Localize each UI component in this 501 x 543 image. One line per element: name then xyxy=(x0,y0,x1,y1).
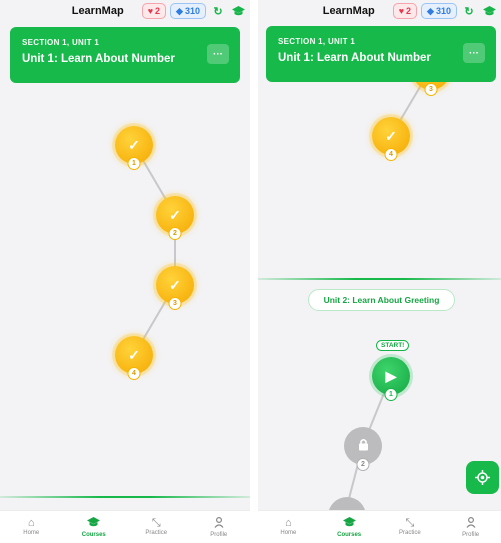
lesson-node-locked[interactable]: 2 xyxy=(344,427,382,471)
nav-label: Practice xyxy=(145,530,168,536)
screen-gap xyxy=(250,0,258,543)
crosshair-icon xyxy=(475,470,490,485)
lesson-node-3[interactable]: ✓ 3 xyxy=(156,266,194,310)
checkmark-icon: ✓ xyxy=(128,346,140,363)
checkmark-icon: ✓ xyxy=(169,276,181,293)
next-unit-label[interactable]: Unit 2: Learn About Greeting xyxy=(308,289,455,311)
bottom-nav: ⌂ Home Courses ⤡ Practice Profile xyxy=(258,510,501,543)
expand-arrows-icon: ⤡ xyxy=(151,517,161,529)
nav-profile[interactable]: Profile xyxy=(188,511,251,543)
more-options-button[interactable]: ··· xyxy=(463,43,485,63)
lesson-path-line xyxy=(133,144,176,356)
nav-label: Home xyxy=(280,530,297,536)
nav-home[interactable]: ⌂ Home xyxy=(258,511,319,543)
unit-title: Unit 1: Learn About Number xyxy=(278,52,431,64)
lesson-node-4[interactable]: ✓ 4 xyxy=(115,336,153,380)
nav-label: Practice xyxy=(399,530,421,536)
nav-courses[interactable]: Courses xyxy=(319,511,380,543)
lesson-number: 1 xyxy=(384,388,398,401)
screen-left: LearnMap ♥ 2 ◆ 310 ↻ SECTION 1, UNIT 1 U… xyxy=(0,0,250,543)
home-icon: ⌂ xyxy=(27,517,35,529)
unit-divider xyxy=(0,496,250,498)
lock-icon xyxy=(358,438,369,454)
start-badge: START! xyxy=(376,340,410,351)
lesson-node-2[interactable]: ✓ 2 xyxy=(156,196,194,240)
lesson-number: 4 xyxy=(127,367,141,380)
nav-courses[interactable]: Courses xyxy=(63,511,126,543)
nav-label: Home xyxy=(23,530,40,536)
nav-home[interactable]: ⌂ Home xyxy=(0,511,63,543)
lesson-node-1[interactable]: ✓ 1 xyxy=(115,126,153,170)
lesson-number: 2 xyxy=(356,458,370,471)
checkmark-icon: ✓ xyxy=(128,136,140,153)
lesson-number: 3 xyxy=(424,83,438,96)
lesson-number: 2 xyxy=(168,227,182,240)
graduation-cap-icon xyxy=(87,516,101,531)
nav-label: Profile xyxy=(462,531,480,538)
unit-divider xyxy=(258,278,501,280)
nav-practice[interactable]: ⤡ Practice xyxy=(380,511,441,543)
unit-header-card: SECTION 1, UNIT 1 Unit 1: Learn About Nu… xyxy=(266,26,496,82)
nav-label: Courses xyxy=(337,531,362,538)
lesson-number: 1 xyxy=(127,157,141,170)
person-icon xyxy=(214,516,224,531)
locate-current-button[interactable] xyxy=(466,461,499,494)
checkmark-icon: ✓ xyxy=(385,127,397,144)
graduation-cap-icon xyxy=(342,516,356,531)
person-icon xyxy=(466,516,476,531)
play-icon: ▶ xyxy=(385,367,397,384)
unit-section-label: SECTION 1, UNIT 1 xyxy=(278,37,356,46)
lesson-node-4[interactable]: ✓ 4 xyxy=(372,117,410,161)
lesson-node-current[interactable]: ▶ 1 xyxy=(372,357,410,401)
checkmark-icon: ✓ xyxy=(169,206,181,223)
nav-profile[interactable]: Profile xyxy=(440,511,501,543)
nav-practice[interactable]: ⤡ Practice xyxy=(125,511,188,543)
home-icon: ⌂ xyxy=(285,517,292,529)
screen-right: LearnMap ♥ 2 ◆ 310 ↻ 3 SECTION 1, UNIT 1… xyxy=(258,0,501,543)
lesson-number: 3 xyxy=(168,297,182,310)
bottom-nav: ⌂ Home Courses ⤡ Practice Profile xyxy=(0,510,250,543)
expand-arrows-icon: ⤡ xyxy=(405,517,415,529)
nav-label: Courses xyxy=(81,531,106,538)
lesson-number: 4 xyxy=(384,148,398,161)
nav-label: Profile xyxy=(210,531,228,538)
